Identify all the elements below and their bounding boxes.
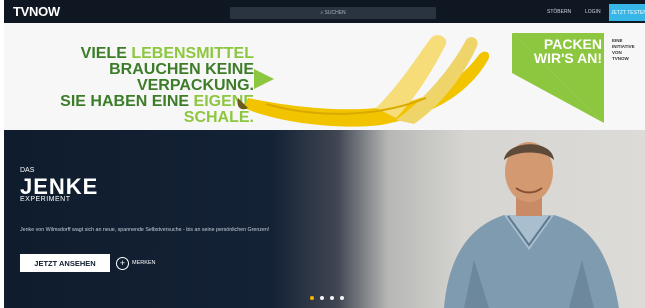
presenter-image	[444, 142, 619, 308]
search-placeholder: ⌕ SUCHEN	[320, 10, 346, 16]
logo-now-text: NOW	[29, 4, 60, 19]
series-logo-subtitle: EXPERIMENT	[20, 196, 71, 203]
series-logo-das: DAS	[20, 167, 35, 174]
watch-now-button[interactable]: JETZT ANSEHEN	[20, 254, 110, 272]
carousel-indicators	[310, 296, 344, 300]
promo-banner[interactable]: VIELE LEBENSMITTEL BRAUCHEN KEINE VERPAC…	[4, 23, 645, 130]
search-input[interactable]: ⌕ SUCHEN	[230, 7, 436, 19]
plus-icon[interactable]: +	[116, 257, 129, 270]
carousel-dot-1[interactable]	[310, 296, 314, 300]
carousel-dot-4[interactable]	[340, 296, 344, 300]
nav-stoebern-link[interactable]: STÖBERN	[547, 9, 571, 15]
initiative-text: EINE INITIATIVE VON TVNOW	[612, 38, 635, 61]
tvnow-logo[interactable]: TVNOW	[13, 4, 60, 19]
badge-text: PACKEN WIR'S AN!	[533, 36, 602, 66]
hero-teaser[interactable]: DAS JENKE EXPERIMENT Jenke von Wilmsdorf…	[4, 130, 645, 308]
carousel-dot-2[interactable]	[320, 296, 324, 300]
series-description: Jenke von Wilmsdorff wagt sich an neue, …	[20, 227, 270, 233]
banana-image	[237, 35, 490, 127]
bookmark-label[interactable]: MERKEN	[132, 260, 156, 266]
top-navigation-bar: TVNOW ⌕ SUCHEN STÖBERN LOGIN JETZT TESTE…	[4, 0, 645, 23]
nav-login-link[interactable]: LOGIN	[585, 9, 601, 15]
try-now-button[interactable]: JETZT TESTEN	[609, 4, 645, 21]
banner-headline: VIELE LEBENSMITTEL BRAUCHEN KEINE VERPAC…	[60, 45, 254, 126]
logo-tv-text: TV	[13, 4, 30, 19]
carousel-dot-3[interactable]	[330, 296, 334, 300]
